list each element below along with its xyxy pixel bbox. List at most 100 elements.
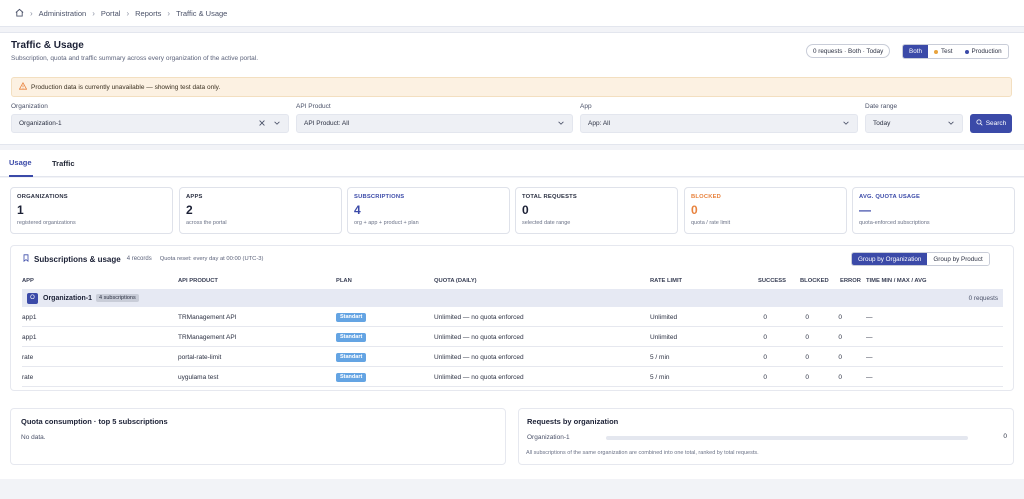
date-range-select[interactable]: Today [865, 114, 963, 133]
subscriptions-title: Subscriptions & usage [34, 254, 121, 264]
requests-by-organization-card: Requests by organization Organization-1 … [518, 408, 1014, 465]
cell-plan: Standart [336, 307, 367, 327]
org-card-note: All subscriptions of the same organizati… [526, 450, 759, 456]
requests-by-organization-title: Requests by organization [527, 417, 619, 426]
stat-value: 0 [522, 203, 529, 217]
cell-quota: Unlimited — no quota enforced [434, 353, 524, 361]
cell-rate-limit: Unlimited [650, 313, 678, 321]
cell-api-product: portal-rate-limit [178, 353, 222, 361]
breadcrumb-item[interactable]: Reports [135, 9, 161, 18]
cell-api-product: uygulama test [178, 373, 219, 381]
alert-text: Production data is currently unavailable… [31, 83, 221, 91]
cell-success: 0 [763, 313, 767, 321]
chevron-right-icon: › [126, 8, 130, 18]
clear-icon[interactable] [258, 119, 266, 129]
cell-plan: Standart [336, 347, 367, 367]
organization-requests: 0 requests [968, 294, 998, 302]
subscriptions-header: Subscriptions & usage 4 records Quota re… [22, 254, 263, 264]
cell-error: 0 [838, 313, 842, 321]
stat-value: 1 [17, 203, 24, 217]
cell-api-product: TRManagement API [178, 313, 237, 321]
stat-card-subscriptions: SUBSCRIPTIONS 4 org + app + product + pl… [347, 187, 510, 234]
cell-time: — [866, 333, 873, 341]
chevron-right-icon: › [30, 8, 33, 18]
plan-badge: Standart [336, 352, 367, 362]
page-subtitle: Subscription, quota and traffic summary … [11, 55, 259, 62]
date-range-label: Date range [865, 103, 898, 110]
cell-blocked: 0 [805, 333, 809, 341]
env-both-button[interactable]: Both [903, 45, 928, 58]
stat-card-avg-quota-usage: AVG. QUOTA USAGE — quota-enforced subscr… [852, 187, 1015, 234]
table-row[interactable]: rate portal-rate-limit Standart Unlimite… [22, 347, 1003, 367]
stat-label: BLOCKED [691, 194, 722, 200]
cell-blocked: 0 [805, 353, 809, 361]
cell-success: 0 [763, 373, 767, 381]
column-header-error: ERROR [840, 278, 861, 284]
cell-app: app1 [22, 333, 37, 341]
usage-panel: ORGANIZATIONS 1 registered organizations… [0, 178, 1024, 479]
organization-value: Organization-1 [19, 120, 62, 127]
stat-card-blocked: BLOCKED 0 quota / rate limit [684, 187, 847, 234]
env-test-button[interactable]: Test [928, 45, 959, 58]
breadcrumb-item[interactable]: Administration [39, 9, 87, 18]
column-header-api-product: API PRODUCT [178, 278, 218, 284]
group-by-product-button[interactable]: Group by Product [927, 253, 989, 265]
breadcrumb-item[interactable]: Portal [101, 9, 121, 18]
app-value: App: All [588, 120, 611, 127]
records-count: 4 records [126, 256, 152, 262]
cell-rate-limit: Unlimited [650, 333, 678, 341]
chevron-right-icon: › [167, 8, 171, 18]
page-title: Traffic & Usage [11, 40, 84, 51]
search-button[interactable]: Search [970, 114, 1012, 133]
cell-quota: Unlimited — no quota enforced [434, 333, 524, 341]
chevron-right-icon: › [92, 8, 95, 18]
tab-traffic[interactable]: Traffic [52, 150, 76, 177]
org-requests-value: 0 [1003, 433, 1007, 440]
stat-card-apps: APPS 2 across the portal [179, 187, 342, 234]
bookmark-icon [22, 254, 34, 264]
stat-label: ORGANIZATIONS [17, 194, 68, 200]
stat-label: SUBSCRIPTIONS [354, 194, 405, 200]
breadcrumb: › Administration › Portal › Reports › Tr… [0, 0, 1024, 27]
page-header: Traffic & Usage Subscription, quota and … [0, 32, 1024, 145]
api-product-select[interactable]: API Product: All [296, 114, 573, 133]
chevron-down-icon [947, 119, 955, 129]
stat-desc: quota / rate limit [691, 220, 731, 226]
cell-app: app1 [22, 313, 37, 321]
stat-value: 2 [186, 203, 193, 217]
tab-usage[interactable]: Usage [9, 150, 33, 177]
cell-rate-limit: 5 / min [650, 373, 670, 381]
organization-select[interactable]: Organization-1 [11, 114, 289, 133]
stat-value: 4 [354, 203, 361, 217]
column-header-blocked: BLOCKED [800, 278, 829, 284]
organization-name: Organization-1 [43, 294, 93, 302]
table-row[interactable]: app1 TRManagement API Standart Unlimited… [22, 327, 1003, 347]
subscriptions-card: Subscriptions & usage 4 records Quota re… [10, 245, 1014, 391]
tabs-bar: Usage Traffic [0, 150, 1024, 177]
organization-group-row[interactable]: O Organization-1 4 subscriptions 0 reque… [22, 289, 1003, 307]
env-test-label: Test [940, 48, 953, 55]
table-row[interactable]: rate uygulama test Standart Unlimited — … [22, 367, 1003, 387]
cell-time: — [866, 313, 873, 321]
app-select[interactable]: App: All [580, 114, 858, 133]
home-icon[interactable] [15, 8, 24, 19]
plan-badge: Standart [336, 312, 367, 322]
cell-rate-limit: 5 / min [650, 353, 670, 361]
cell-quota: Unlimited — no quota enforced [434, 373, 524, 381]
group-by-organization-button[interactable]: Group by Organization [852, 253, 928, 265]
column-header-rate-limit: RATE LIMIT [650, 278, 683, 284]
no-data-text: No data. [21, 434, 46, 441]
cell-time: — [866, 373, 873, 381]
cell-plan: Standart [336, 327, 367, 347]
stat-label: APPS [186, 194, 203, 200]
stat-card-organizations: ORGANIZATIONS 1 registered organizations [10, 187, 173, 234]
table-row[interactable]: app1 TRManagement API Standart Unlimited… [22, 307, 1003, 327]
cell-app: rate [22, 373, 34, 381]
stat-label: AVG. QUOTA USAGE [859, 194, 921, 200]
stat-label: TOTAL REQUESTS [522, 194, 577, 200]
cell-success: 0 [763, 333, 767, 341]
search-icon [976, 119, 983, 128]
env-production-button[interactable]: Production [959, 45, 1008, 58]
stat-value: 0 [691, 203, 698, 217]
subscription-count-badge: 4 subscriptions [96, 294, 139, 302]
